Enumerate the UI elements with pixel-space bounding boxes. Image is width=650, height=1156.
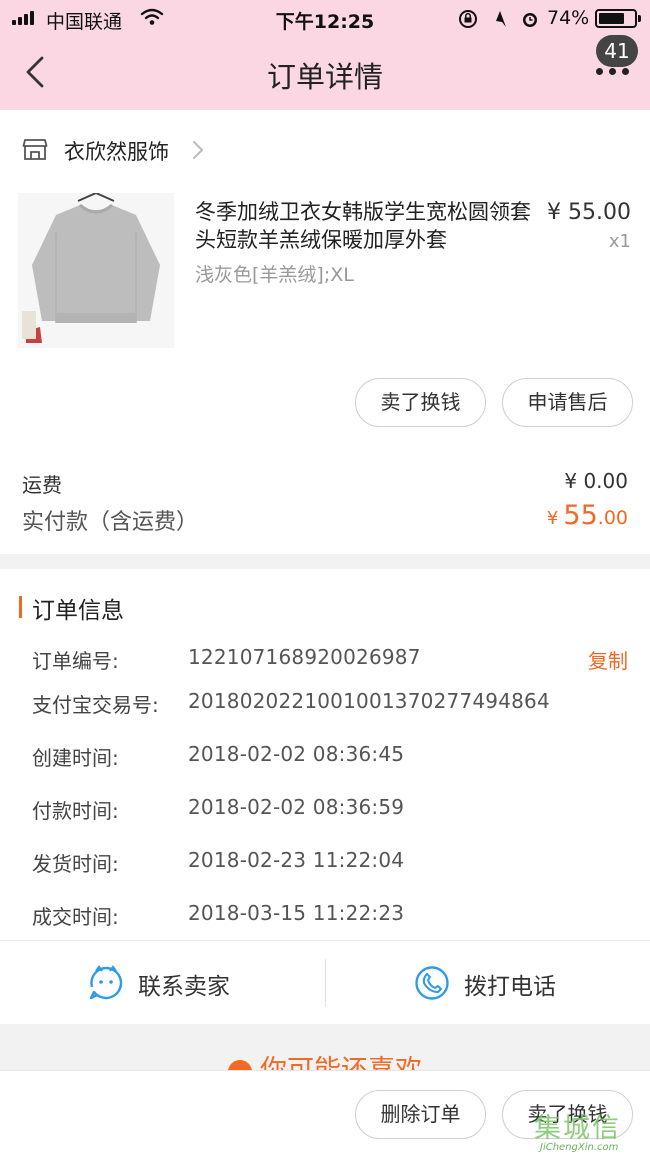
shop-row[interactable]: 衣欣然服饰 <box>0 126 650 174</box>
watermark-logo: 集城信 <box>534 1113 621 1144</box>
recommend-title-text: 你可能还喜欢 <box>260 1055 422 1070</box>
site-watermark: 集城信 JiChengXin.com <box>530 1104 648 1156</box>
contact-bar: 联系卖家 拨打电话 <box>0 940 650 1024</box>
chat-bubble-icon <box>89 965 123 1000</box>
contact-seller-button[interactable]: 联系卖家 <box>0 941 325 1025</box>
info-label: 订单编号: <box>32 649 119 673</box>
product-quantity: x1 <box>608 231 631 252</box>
paid-currency: ¥ <box>546 508 559 529</box>
alipay-trade-number: 2018020221001001370277494864 <box>188 689 550 713</box>
shipping-label: 运费 <box>22 473 62 497</box>
order-number: 122107168920026987 <box>188 645 421 669</box>
paid-time: 2018-02-02 08:36:59 <box>188 795 405 819</box>
info-label: 成交时间: <box>32 905 119 929</box>
battery-percent: 74% <box>547 7 590 29</box>
order-info-heading: 订单信息 <box>32 598 124 624</box>
call-phone-button[interactable]: 拨打电话 <box>326 941 650 1025</box>
after-sale-button[interactable]: 申请售后 <box>502 378 633 427</box>
shop-name[interactable]: 衣欣然服饰 <box>64 136 169 166</box>
paid-amount-int: 55 <box>563 500 598 531</box>
shipped-time-row: 发货时间: 2018-02-23 11:22:04 <box>0 848 650 878</box>
delete-order-button[interactable]: 删除订单 <box>355 1090 486 1139</box>
store-icon <box>22 139 48 160</box>
chevron-right-icon <box>193 141 204 159</box>
copy-button[interactable]: 复制 <box>588 645 628 674</box>
page-title: 订单详情 <box>266 60 383 94</box>
section-accent-bar <box>19 596 22 618</box>
product-title[interactable]: 冬季加绒卫衣女韩版学生宽松圆领套头短款羊羔绒保暖加厚外套 <box>195 198 535 254</box>
location-icon <box>496 11 506 27</box>
call-phone-label: 拨打电话 <box>464 974 556 1000</box>
top-bar: 中国联通 下午12:25 74% 订单详情 41 <box>0 0 650 110</box>
created-time: 2018-02-02 08:36:45 <box>188 742 405 766</box>
paid-time-row: 付款时间: 2018-02-02 08:36:59 <box>0 795 650 825</box>
paid-amount-dec: .00 <box>597 507 628 529</box>
battery-icon <box>595 9 641 28</box>
paid-amount: ¥ 55.00 <box>547 500 628 531</box>
heart-icon <box>228 1059 252 1070</box>
product-price: ¥ 55.00 <box>547 200 631 225</box>
more-dots-icon <box>596 68 630 76</box>
info-label: 支付宝交易号: <box>32 693 159 717</box>
paid-label: 实付款（含运费） <box>22 510 199 535</box>
info-label: 付款时间: <box>32 799 119 823</box>
product-sku: 浅灰色[羊羔绒];XL <box>195 264 354 286</box>
recommend-strip: 你可能还喜欢 <box>0 1024 650 1070</box>
phone-icon <box>415 966 449 1000</box>
product-image[interactable] <box>18 193 174 348</box>
recommend-title: 你可能还喜欢 <box>0 1048 650 1070</box>
shipped-time: 2018-02-23 11:22:04 <box>188 848 405 872</box>
status-bar: 中国联通 下午12:25 74% <box>0 0 650 36</box>
completed-time: 2018-03-15 11:22:23 <box>188 901 405 925</box>
order-number-row: 订单编号: 122107168920026987 复制 <box>0 645 650 675</box>
message-count-badge: 41 <box>596 35 638 67</box>
more-button[interactable]: 41 <box>588 30 648 88</box>
alarm-icon <box>523 13 537 27</box>
info-label: 发货时间: <box>32 852 119 876</box>
contact-seller-label: 联系卖家 <box>138 974 230 1000</box>
created-time-row: 创建时间: 2018-02-02 08:36:45 <box>0 742 650 772</box>
shipping-value: ¥ 0.00 <box>564 469 628 493</box>
watermark-url: JiChengXin.com <box>540 1142 619 1153</box>
info-label: 创建时间: <box>32 746 119 770</box>
resell-button[interactable]: 卖了换钱 <box>355 378 486 427</box>
section-divider <box>0 554 650 569</box>
alipay-trade-row: 支付宝交易号: 2018020221001001370277494864 <box>0 689 650 719</box>
rotation-lock-icon <box>459 10 477 28</box>
completed-time-row: 成交时间: 2018-03-15 11:22:23 <box>0 901 650 931</box>
status-icons <box>459 10 537 28</box>
